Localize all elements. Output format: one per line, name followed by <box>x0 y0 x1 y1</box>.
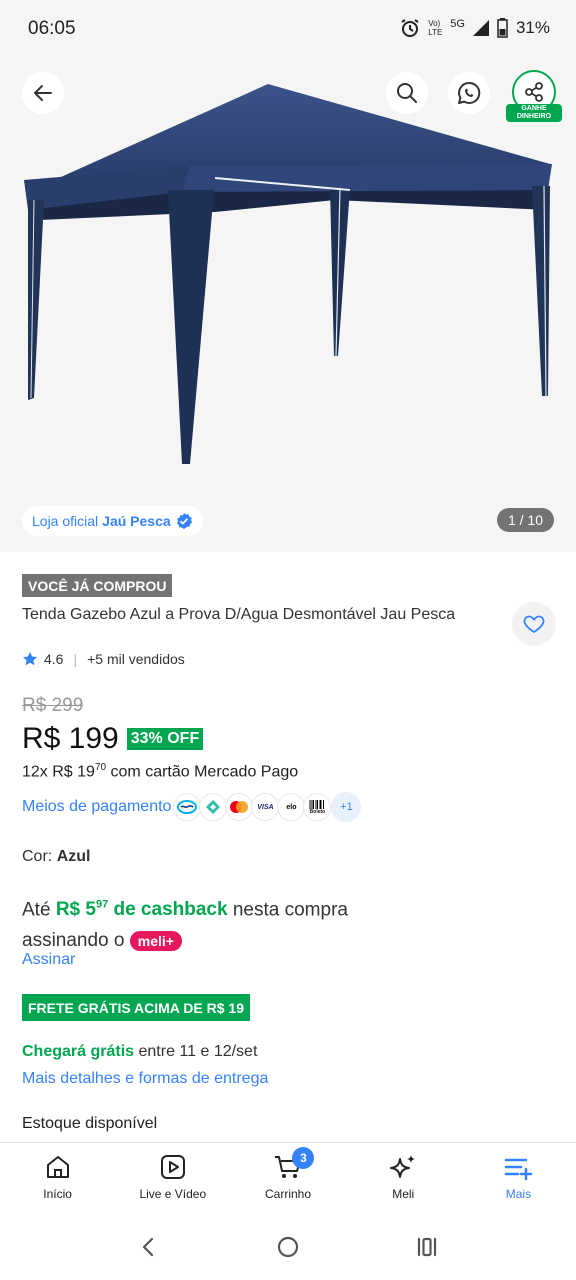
battery-percent: 31% <box>515 18 550 37</box>
store-name: Jaú Pesca <box>102 513 171 529</box>
free-shipping-tag: FRETE GRÁTIS ACIMA DE R$ 19 <box>22 994 250 1021</box>
rating-value: 4.6 <box>44 651 64 667</box>
search-button[interactable] <box>386 72 428 114</box>
current-price: R$ 199 <box>22 722 119 755</box>
product-title: Tenda Gazebo Azul a Prova D/Agua Desmont… <box>22 606 456 623</box>
boleto-icon: Boleto <box>303 793 332 821</box>
system-recents-icon[interactable] <box>415 1235 439 1259</box>
elo-icon: elo <box>277 793 306 821</box>
verified-icon <box>176 513 192 529</box>
nav-home[interactable]: Início <box>0 1143 115 1214</box>
home-icon <box>46 1156 69 1178</box>
network-indicator: Vo) LTE <box>428 19 443 37</box>
image-counter: 1 / 10 <box>496 508 554 532</box>
price-row: R$ 199 33% OFF <box>22 722 204 756</box>
mercado-pago-icon <box>173 793 202 821</box>
whatsapp-icon <box>458 81 481 104</box>
rating-row[interactable]: 4.6 | +5 mil vendidos <box>22 651 185 667</box>
status-bar: 06:05 Vo) LTE 5G 31% <box>0 0 576 60</box>
cashback-amount: R$ 597 de cashback <box>55 899 228 921</box>
visa-icon: VISA <box>251 793 280 821</box>
delivery-details-link[interactable]: Mais detalhes e formas de entrega <box>22 1070 268 1088</box>
payment-methods-link[interactable]: Meios de pagamento <box>22 798 171 816</box>
status-icons: Vo) LTE 5G 31% <box>400 18 550 38</box>
system-back-icon[interactable] <box>137 1235 161 1259</box>
meli-plus-badge: meli+ <box>129 931 182 952</box>
alarm-icon <box>401 19 419 37</box>
system-navigation <box>0 1214 576 1280</box>
rating-separator: | <box>73 651 78 667</box>
system-home-icon[interactable] <box>276 1235 300 1259</box>
search-icon <box>397 83 417 103</box>
original-price: R$ 299 <box>22 695 84 716</box>
play-icon <box>160 1155 185 1179</box>
store-prefix: Loja oficial <box>32 513 99 529</box>
arrow-left-icon <box>34 85 52 101</box>
menu-plus-icon <box>505 1158 533 1181</box>
nav-more[interactable]: Mais <box>461 1143 576 1214</box>
discount-badge: 33% OFF <box>126 728 204 750</box>
nav-cart[interactable]: Carrinho 3 <box>230 1143 345 1214</box>
favorite-button[interactable] <box>512 602 556 646</box>
color-selector[interactable]: Cor: Azul <box>22 848 90 866</box>
product-image[interactable] <box>0 60 576 552</box>
network-type: 5G <box>450 18 465 30</box>
star-icon <box>23 652 37 666</box>
status-time: 06:05 <box>28 18 76 39</box>
selected-color: Azul <box>56 848 91 865</box>
nav-meli[interactable]: Meli <box>346 1143 461 1214</box>
nav-live-video[interactable]: Live e Vídeo <box>115 1143 230 1214</box>
cart-count-badge: 3 <box>292 1147 315 1169</box>
earn-money-badge[interactable]: GANHE DINHEIRO <box>506 104 562 122</box>
product-gallery[interactable]: GANHE DINHEIRO Loja oficial Jaú Pesca 1 … <box>0 60 576 552</box>
signal-icon <box>472 20 489 36</box>
mastercard-icon <box>225 793 254 821</box>
sold-count: +5 mil vendidos <box>87 651 185 667</box>
subscribe-link[interactable]: Assinar <box>22 951 75 969</box>
pix-icon <box>199 793 228 821</box>
heart-icon <box>523 615 545 634</box>
battery-icon <box>497 18 508 38</box>
share-icon <box>525 82 543 102</box>
back-button[interactable] <box>22 72 64 114</box>
sparkle-icon <box>390 1155 416 1178</box>
cashback-info: Até R$ 597 de cashback nesta compra assi… <box>22 899 348 952</box>
more-payment-methods[interactable]: +1 <box>331 792 362 822</box>
already-bought-tag: VOCÊ JÁ COMPROU <box>22 574 173 597</box>
installments-info: 12x R$ 1970 com cartão Mercado Pago <box>22 762 299 781</box>
payment-methods-row[interactable]: Meios de pagamento VISA elo Boleto +1 <box>22 792 362 822</box>
official-store-link[interactable]: Loja oficial Jaú Pesca <box>22 506 203 536</box>
stock-status: Estoque disponível <box>22 1115 158 1132</box>
whatsapp-share-button[interactable] <box>448 72 490 114</box>
bottom-navigation: Início Live e Vídeo Carrinho 3 Meli Mais <box>0 1142 576 1214</box>
delivery-estimate: Chegará grátis entre 11 e 12/set <box>22 1043 258 1060</box>
